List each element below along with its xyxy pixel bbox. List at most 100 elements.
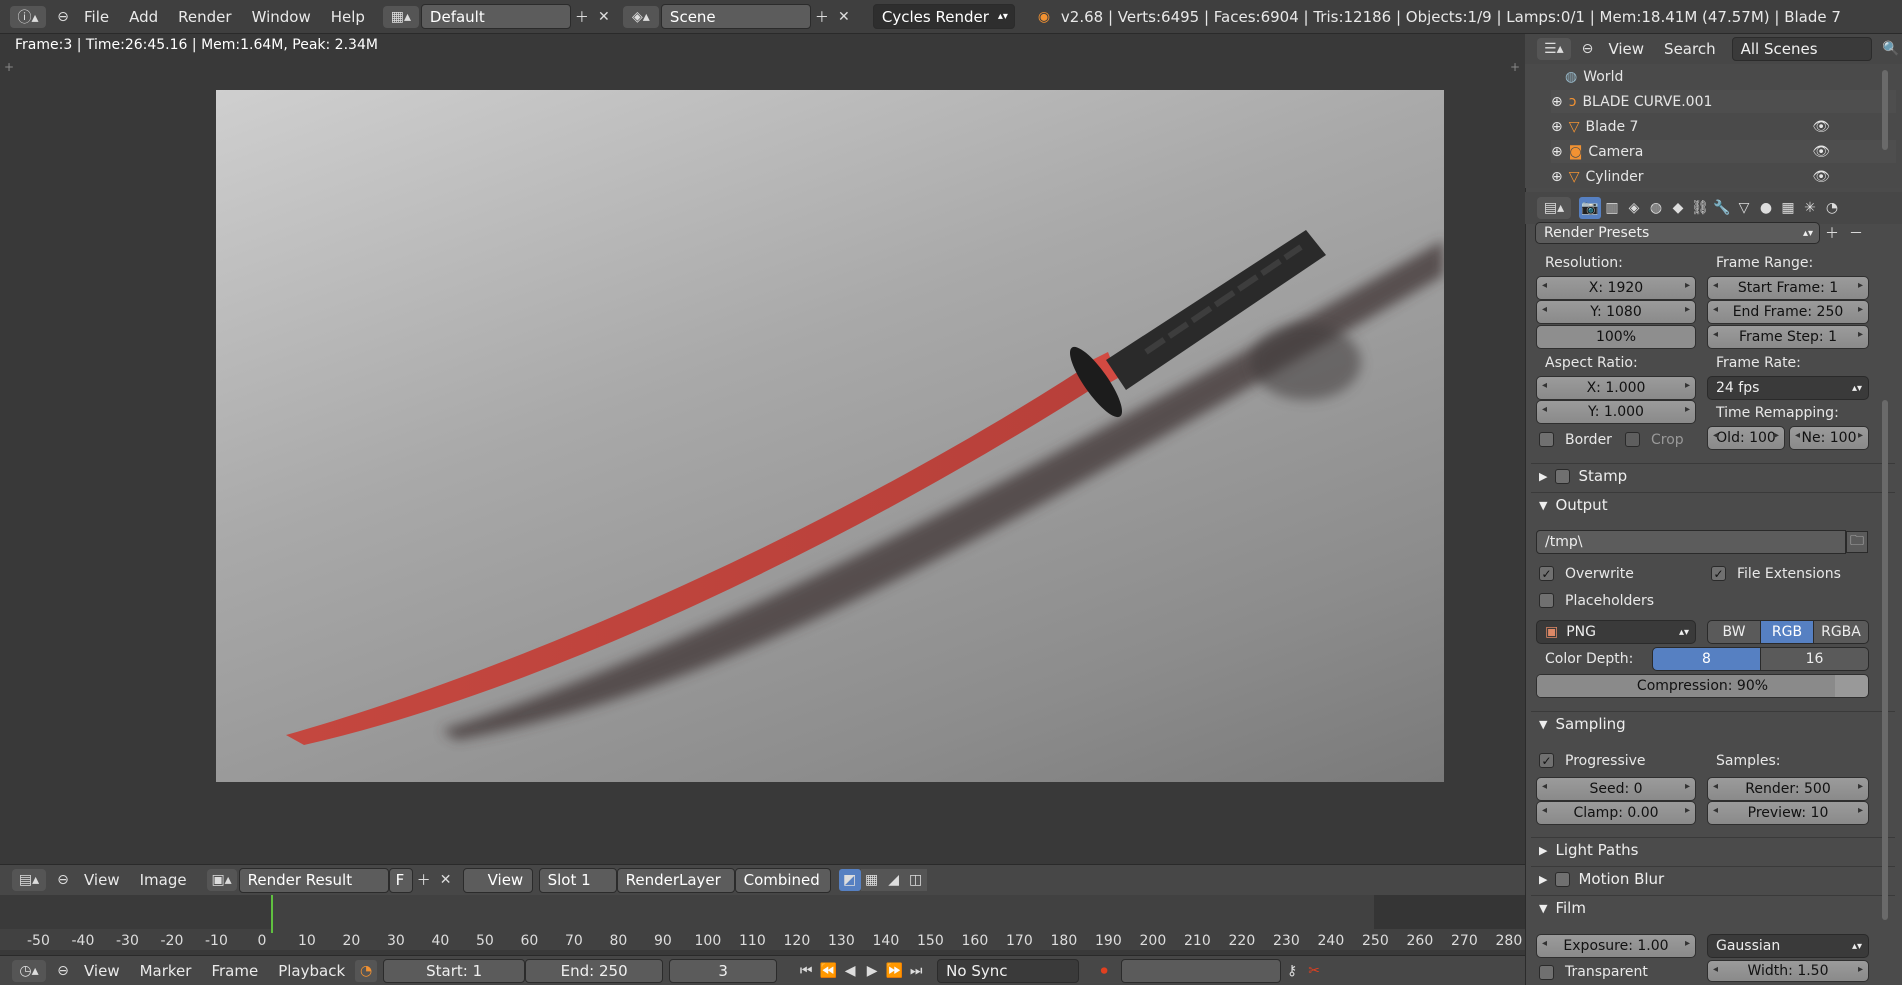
render-layers-tab-icon[interactable]: ▥ (1601, 197, 1623, 219)
stamp-checkbox[interactable] (1555, 468, 1571, 484)
output-path-field[interactable]: /tmp\ (1536, 530, 1846, 554)
start-frame-prop-field[interactable]: ◂ Start Frame: 1 ▸ (1707, 276, 1869, 300)
preview-samples-field[interactable]: ◂ Preview: 10 ▸ (1707, 801, 1869, 825)
current-frame-cursor[interactable] (271, 895, 273, 933)
outliner-row[interactable]: ◍ World (1565, 65, 1623, 88)
outliner-menu-search[interactable]: Search (1654, 40, 1726, 58)
remove-preset-icon[interactable]: － (1845, 222, 1867, 244)
expand-icon[interactable]: ⊕ (1551, 119, 1563, 135)
outliner-row[interactable]: ⊕ ↄ BLADE CURVE.001 (1551, 90, 1896, 113)
timeline-menu-playback[interactable]: Playback (268, 962, 355, 980)
outliner-collapse-icon[interactable]: ⊖ (1577, 38, 1599, 60)
collapse-menu-icon[interactable]: ⊖ (52, 869, 74, 891)
folder-icon[interactable]: 🗀 (1846, 531, 1868, 553)
modifiers-tab-icon[interactable]: 🔧 (1711, 197, 1733, 219)
view-mode-select[interactable]: View (462, 867, 533, 893)
render-layer-select[interactable]: RenderLayer (616, 867, 735, 893)
world-tab-icon[interactable]: ◍ (1645, 197, 1667, 219)
unlink-image-icon[interactable]: ✕ (435, 869, 457, 891)
timeline-menu-frame[interactable]: Frame (201, 962, 268, 980)
color-mode-rgba[interactable]: RGBA (1813, 620, 1869, 644)
keying-set-field[interactable] (1121, 958, 1282, 983)
eye-icon[interactable]: 👁 (1812, 119, 1830, 135)
transparent-checkbox[interactable] (1539, 965, 1554, 980)
properties-editor-icon[interactable]: ▤▴ (1537, 197, 1571, 219)
image-name-field[interactable]: Render Result (238, 867, 389, 893)
render-tab-icon[interactable]: 📷 (1579, 197, 1601, 219)
menu-image[interactable]: Image (130, 871, 197, 889)
menu-render[interactable]: Render (168, 8, 241, 26)
new-image-icon[interactable]: ＋ (413, 869, 435, 891)
resolution-percentage-field[interactable]: 100% (1536, 325, 1696, 349)
delete-keyframe-icon[interactable]: ✂ (1303, 960, 1325, 982)
render-presets-menu[interactable]: Render Presets ▴▾ (1535, 222, 1820, 244)
draw-channels-icon[interactable]: ◩ (838, 869, 861, 891)
object-tab-icon[interactable]: ◆ (1667, 197, 1689, 219)
physics-tab-icon[interactable]: ◔ (1821, 197, 1843, 219)
frame-step-field[interactable]: ◂ Frame Step: 1 ▸ (1707, 325, 1869, 349)
timeline-editor-icon[interactable]: ◷▴ (12, 959, 46, 982)
menu-file[interactable]: File (74, 8, 119, 26)
resolution-y-field[interactable]: ◂ Y: 1080 ▸ (1536, 300, 1696, 324)
menu-help[interactable]: Help (321, 8, 375, 26)
outliner-search-icon[interactable]: 🔍 (1880, 38, 1902, 60)
border-checkbox[interactable] (1539, 432, 1554, 447)
color-mode-rgb[interactable]: RGB (1760, 620, 1814, 644)
alpha-icon[interactable]: ▦ (860, 869, 883, 891)
display-mode-select[interactable]: All Scenes (1731, 37, 1873, 61)
time-remap-old-field[interactable]: ◂ Old: 100 ▸ (1707, 426, 1785, 450)
collapse-icon[interactable]: ⊖ (52, 6, 74, 28)
screen-layout-field[interactable]: Default (420, 4, 571, 29)
screen-layout-icon[interactable]: ▦▴ (382, 5, 419, 28)
file-extensions-checkbox[interactable]: ✓ (1711, 566, 1726, 581)
render-engine-select[interactable]: Cycles Render ▴▾ (872, 4, 1015, 29)
menu-view[interactable]: View (74, 871, 130, 889)
render-pass-select[interactable]: Combined (734, 867, 831, 893)
motion-blur-checkbox[interactable] (1555, 871, 1571, 887)
color-mode-bw[interactable]: BW (1707, 620, 1761, 644)
add-layout-icon[interactable]: ＋ (571, 6, 593, 28)
play-reverse-icon[interactable]: ◀ (839, 960, 861, 982)
filter-type-select[interactable]: Gaussian ▴▾ (1707, 934, 1869, 958)
sampling-panel-header[interactable]: ▼ Sampling (1531, 711, 1895, 736)
jump-keyframe-forward-icon[interactable]: ⏩ (883, 960, 905, 982)
current-frame-field[interactable]: 3 (669, 958, 778, 983)
eye-icon[interactable]: 👁 (1812, 144, 1830, 160)
time-remap-new-field[interactable]: ◂ Ne: 100 ▸ (1789, 426, 1869, 450)
editor-type-icon[interactable]: ▤▴ (12, 869, 46, 891)
color-depth-8[interactable]: 8 (1652, 647, 1761, 671)
film-panel-header[interactable]: ▼ Film (1531, 895, 1895, 920)
seed-field[interactable]: ◂ Seed: 0 ▸ (1536, 777, 1696, 801)
image-editor[interactable]: Frame:3 | Time:26:45.16 | Mem:1.64M, Pea… (0, 34, 1525, 864)
scene-icon[interactable]: ◈▴ (622, 5, 659, 28)
properties-scrollbar[interactable] (1882, 400, 1888, 920)
aspect-y-field[interactable]: ◂ Y: 1.000 ▸ (1536, 400, 1696, 424)
scene-field[interactable]: Scene (660, 4, 811, 29)
outliner-menu-view[interactable]: View (1598, 40, 1654, 58)
scene-tab-icon[interactable]: ◈ (1623, 197, 1645, 219)
render-samples-field[interactable]: ◂ Render: 500 ▸ (1707, 777, 1869, 801)
add-preset-icon[interactable]: ＋ (1821, 222, 1843, 244)
info-editor-icon[interactable]: ⓘ▴ (10, 5, 46, 28)
overwrite-checkbox[interactable]: ✓ (1539, 566, 1554, 581)
play-icon[interactable]: ▶ (861, 960, 883, 982)
timeline-menu-marker[interactable]: Marker (130, 962, 202, 980)
color-depth-16[interactable]: 16 (1760, 647, 1869, 671)
frame-rate-select[interactable]: 24 fps ▴▾ (1707, 376, 1869, 400)
progressive-checkbox[interactable]: ✓ (1539, 753, 1554, 768)
filter-width-field[interactable]: ◂ Width: 1.50 ▸ (1707, 960, 1869, 982)
record-icon[interactable]: ⏺ (1093, 960, 1115, 982)
overlay-icon[interactable]: ◫ (904, 869, 927, 891)
data-tab-icon[interactable]: ▽ (1733, 197, 1755, 219)
menu-window[interactable]: Window (242, 8, 321, 26)
outliner-editor-icon[interactable]: ☰▴ (1537, 38, 1571, 60)
timeline-menu-view[interactable]: View (74, 962, 130, 980)
image-browse-icon[interactable]: ▣▴ (206, 869, 237, 891)
timeline-collapse-icon[interactable]: ⊖ (52, 960, 74, 982)
outliner-row[interactable]: ⊕ ▽ Blade 7 👁 (1551, 115, 1896, 138)
menu-add[interactable]: Add (119, 8, 168, 26)
resolution-x-field[interactable]: ◂ X: 1920 ▸ (1536, 276, 1696, 300)
expand-icon[interactable]: ⊕ (1551, 144, 1563, 160)
particles-tab-icon[interactable]: ✳ (1799, 197, 1821, 219)
crop-checkbox[interactable] (1625, 432, 1640, 447)
